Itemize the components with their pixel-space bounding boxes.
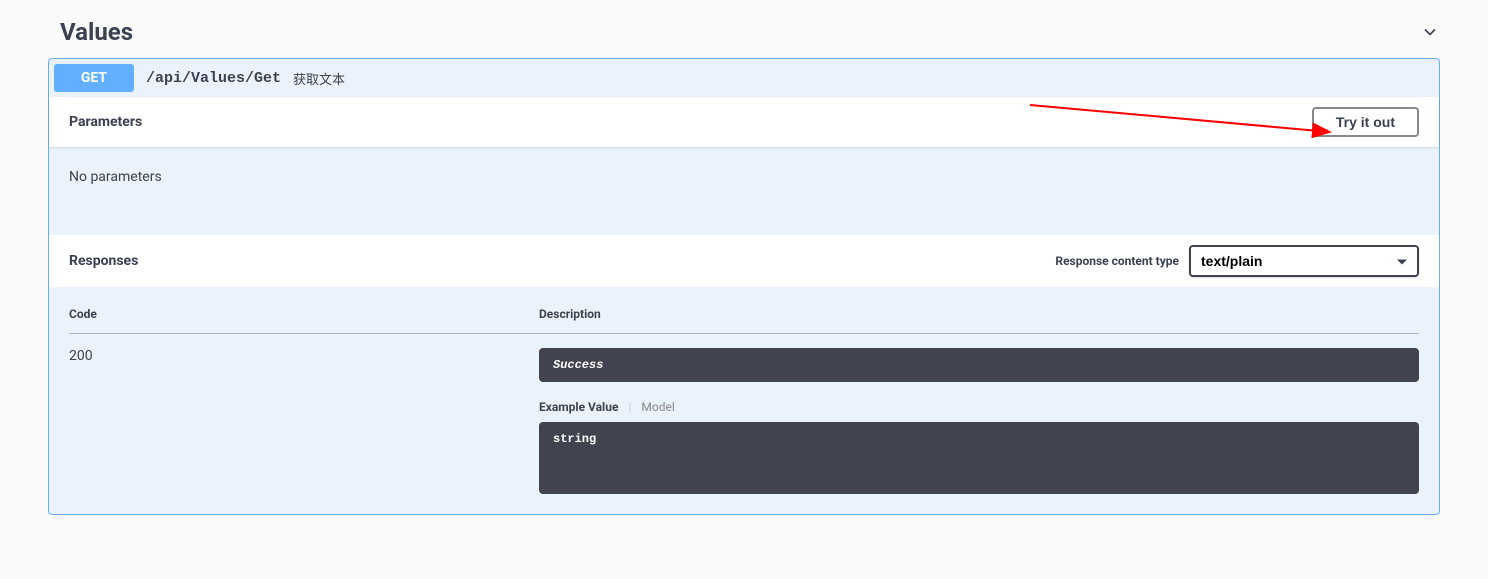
operation-body: Parameters Try it out No parameters Resp… (49, 97, 1439, 514)
chevron-down-icon (1420, 22, 1440, 42)
parameters-heading: Parameters (69, 114, 142, 130)
content-type-label: Response content type (1055, 254, 1179, 268)
tab-separator: | (628, 400, 631, 414)
content-type-wrapper: Response content type text/plain (1055, 245, 1419, 277)
column-code: Code (69, 307, 539, 334)
operation-block: GET /api/Values/Get 获取文本 Parameters Try … (48, 58, 1440, 515)
no-parameters-message: No parameters (49, 147, 1439, 235)
responses-header: Responses Response content type text/pla… (49, 235, 1439, 287)
responses-heading: Responses (69, 253, 138, 269)
column-description: Description (539, 307, 1419, 334)
model-tabs: Example Value | Model (539, 400, 1419, 414)
operation-path: /api/Values/Get (146, 70, 281, 87)
tag-title: Values (60, 18, 133, 46)
parameters-header: Parameters Try it out (49, 97, 1439, 147)
response-description: Success (539, 348, 1419, 382)
example-value-block: string (539, 422, 1419, 494)
response-code: 200 (69, 334, 539, 495)
operation-description: 获取文本 (293, 69, 345, 88)
tab-model[interactable]: Model (641, 400, 674, 414)
operation-summary[interactable]: GET /api/Values/Get 获取文本 (49, 59, 1439, 97)
content-type-select[interactable]: text/plain (1189, 245, 1419, 277)
tag-header[interactable]: Values (48, 0, 1440, 58)
try-it-out-button[interactable]: Try it out (1312, 107, 1419, 137)
tab-example-value[interactable]: Example Value (539, 400, 618, 414)
table-row: 200 Success Example Value | Model string (69, 334, 1419, 495)
responses-table: Code Description 200 Success Example Val… (49, 287, 1439, 514)
http-method-badge: GET (54, 64, 134, 92)
